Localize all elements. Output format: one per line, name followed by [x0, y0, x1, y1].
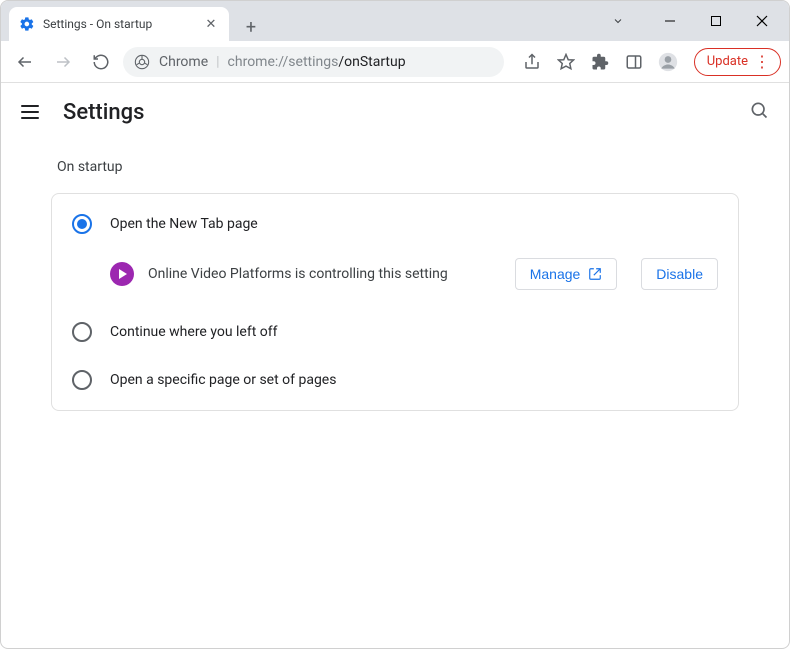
separator: | [216, 54, 219, 70]
tab-active[interactable]: Settings - On startup ✕ [9, 7, 229, 41]
extensions-icon[interactable] [584, 46, 616, 78]
minimize-button[interactable] [647, 1, 693, 41]
maximize-button[interactable] [693, 1, 739, 41]
profile-icon[interactable] [652, 46, 684, 78]
option-label: Open the New Tab page [110, 216, 258, 232]
back-button[interactable] [9, 46, 41, 78]
radio-unselected[interactable] [72, 322, 92, 342]
tab-title: Settings - On startup [43, 17, 195, 31]
reload-button[interactable] [85, 46, 117, 78]
main-content: On startup Open the New Tab page Online … [1, 141, 789, 648]
gear-icon [19, 16, 35, 32]
chevron-down-icon[interactable] [595, 1, 641, 41]
on-startup-card: Open the New Tab page Online Video Platf… [51, 193, 739, 411]
chrome-icon [133, 53, 151, 71]
search-icon[interactable] [749, 100, 769, 124]
toolbar-actions [516, 46, 684, 78]
side-panel-icon[interactable] [618, 46, 650, 78]
omnibox-chrome-label: Chrome [159, 54, 208, 70]
close-tab-icon[interactable]: ✕ [203, 17, 219, 32]
toolbar: Chrome | chrome://settings/onStartup Upd… [1, 41, 789, 83]
radio-unselected[interactable] [72, 370, 92, 390]
share-icon[interactable] [516, 46, 548, 78]
new-tab-button[interactable]: + [237, 13, 265, 41]
update-button[interactable]: Update ⋮ [694, 48, 781, 76]
bookmark-star-icon[interactable] [550, 46, 582, 78]
section-on-startup-label: On startup [57, 159, 733, 175]
extension-notice-text: Online Video Platforms is controlling th… [148, 266, 501, 282]
extension-notice-row: Online Video Platforms is controlling th… [52, 248, 738, 308]
option-label: Open a specific page or set of pages [110, 372, 336, 388]
option-new-tab[interactable]: Open the New Tab page [52, 200, 738, 248]
radio-selected[interactable] [72, 214, 92, 234]
manage-button[interactable]: Manage [515, 258, 618, 290]
external-link-icon [588, 267, 602, 281]
update-label: Update [707, 54, 748, 69]
option-continue[interactable]: Continue where you left off [52, 308, 738, 356]
option-specific-pages[interactable]: Open a specific page or set of pages [52, 356, 738, 404]
extension-app-icon [110, 262, 134, 286]
forward-button[interactable] [47, 46, 79, 78]
menu-icon[interactable] [21, 100, 45, 124]
tab-strip: Settings - On startup ✕ + [9, 1, 595, 41]
titlebar: Settings - On startup ✕ + [1, 1, 789, 41]
disable-button[interactable]: Disable [641, 258, 718, 290]
option-label: Continue where you left off [110, 324, 278, 340]
close-window-button[interactable] [739, 1, 785, 41]
settings-header: Settings [1, 83, 789, 141]
browser-window: Settings - On startup ✕ + [0, 0, 790, 649]
disable-label: Disable [656, 266, 703, 282]
page-title: Settings [63, 100, 144, 125]
window-controls [595, 1, 789, 41]
manage-label: Manage [530, 266, 581, 282]
address-bar[interactable]: Chrome | chrome://settings/onStartup [123, 47, 504, 77]
omnibox-url: chrome://settings/onStartup [228, 54, 494, 70]
